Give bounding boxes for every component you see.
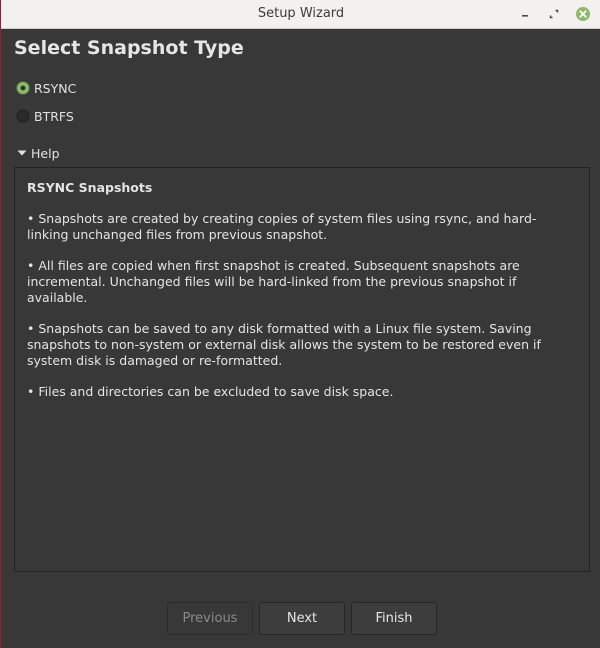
- finish-button[interactable]: Finish: [351, 602, 437, 635]
- page-title: Select Snapshot Type: [14, 37, 244, 59]
- help-text-panel: RSYNC Snapshots • Snapshots are created …: [14, 167, 590, 572]
- close-button[interactable]: [575, 6, 591, 22]
- window-title: Setup Wizard: [257, 6, 345, 21]
- maximize-button[interactable]: [546, 6, 562, 22]
- setup-wizard-window: Setup Wizard Select Snapshot Type RSYNC: [0, 0, 600, 648]
- maximize-icon: [549, 9, 559, 19]
- radio-unselected-icon: [16, 109, 30, 123]
- minimize-button[interactable]: [517, 6, 533, 22]
- radio-rsync-label: RSYNC: [34, 80, 77, 96]
- help-paragraph: • Files and directories can be excluded …: [27, 384, 394, 399]
- radio-btrfs[interactable]: BTRFS: [16, 106, 74, 126]
- help-expander-label: Help: [31, 145, 60, 161]
- help-heading: RSYNC Snapshots: [27, 180, 153, 195]
- radio-selected-icon: [16, 81, 30, 95]
- help-paragraph: • All files are copied when first snapsh…: [27, 258, 520, 305]
- help-paragraph: • Snapshots can be saved to any disk for…: [27, 321, 541, 368]
- radio-rsync[interactable]: RSYNC: [16, 78, 76, 98]
- radio-btrfs-label: BTRFS: [34, 108, 74, 124]
- next-button[interactable]: Next: [259, 602, 345, 635]
- title-bar[interactable]: Setup Wizard: [1, 0, 600, 29]
- triangle-down-icon: [17, 150, 27, 156]
- close-icon: [576, 7, 590, 21]
- minimize-icon: [522, 15, 528, 17]
- help-expander[interactable]: Help: [16, 144, 60, 162]
- previous-button[interactable]: Previous: [167, 602, 253, 635]
- help-paragraph: • Snapshots are created by creating copi…: [27, 211, 537, 242]
